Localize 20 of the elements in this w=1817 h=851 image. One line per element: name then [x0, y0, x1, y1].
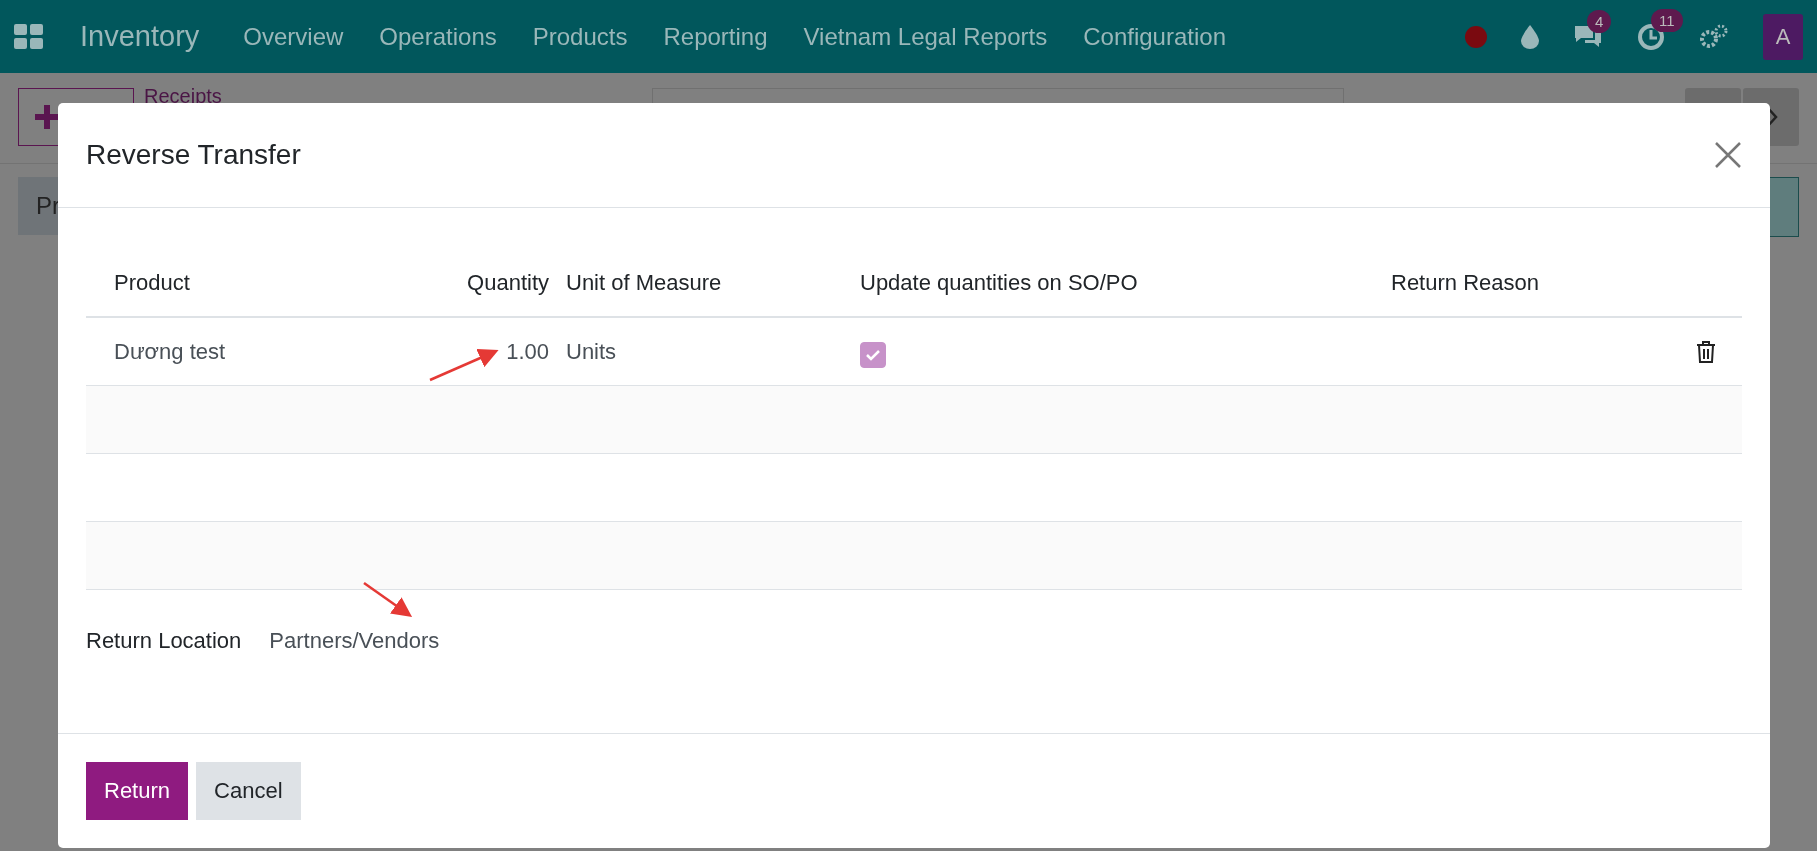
column-header[interactable]: Return Reason [1391, 250, 1742, 318]
field-label: Return Location [86, 628, 242, 654]
column-header[interactable]: Unit of Measure [549, 250, 860, 318]
menu-item[interactable]: Operations [361, 22, 515, 51]
dialog-title: Reverse Transfer [86, 139, 301, 171]
menu-item[interactable]: Configuration [1065, 22, 1244, 51]
menu-item[interactable]: Overview [225, 22, 362, 51]
menu-item[interactable]: Reporting [645, 22, 786, 51]
column-header[interactable]: Product [86, 250, 376, 318]
column-header[interactable]: Update quantities on SO/PO [860, 250, 1391, 318]
menu-item[interactable]: Products [514, 22, 646, 51]
message-count: 4 [1587, 9, 1612, 33]
app-name[interactable]: Inventory [80, 20, 200, 53]
return-button[interactable]: Return [86, 762, 189, 820]
activity-count: 11 [1651, 8, 1683, 32]
user-avatar[interactable]: A [1763, 13, 1803, 60]
menu-item[interactable]: Vietnam Legal Reports [785, 22, 1066, 51]
return-location-value[interactable]: Partners/Vendors [269, 628, 440, 654]
column-header[interactable]: Quantity [376, 250, 549, 318]
cancel-button[interactable]: Cancel [196, 762, 301, 820]
